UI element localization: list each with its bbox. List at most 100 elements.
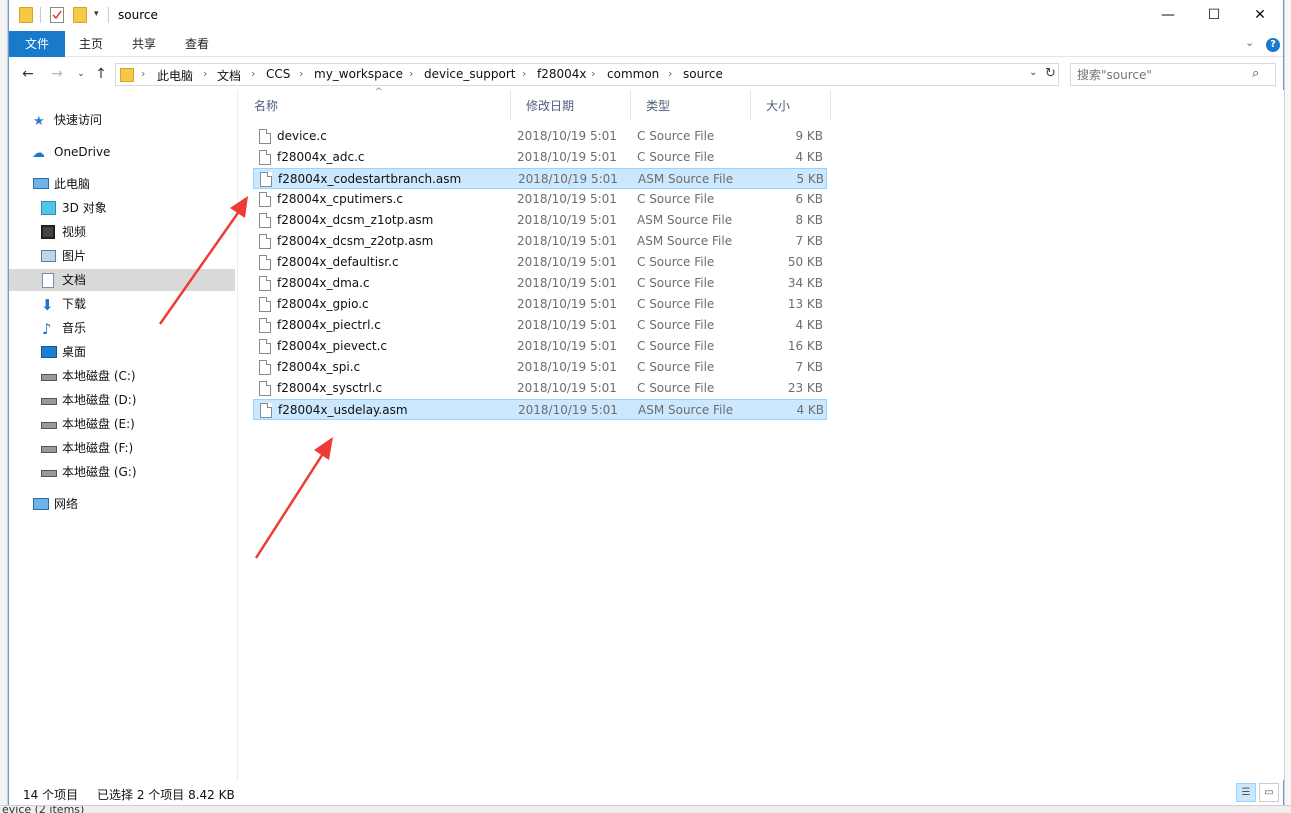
sidebar-item-drive-c[interactable]: 本地磁盘 (C:) <box>9 365 235 387</box>
sidebar-item-label: 此电脑 <box>54 177 91 191</box>
file-row[interactable]: f28004x_codestartbranch.asm 2018/10/19 5:… <box>253 168 827 189</box>
sidebar-item-label: 视频 <box>62 225 87 239</box>
chevron-right-icon[interactable]: › <box>522 67 526 80</box>
file-date: 2018/10/19 5:01 <box>517 360 617 374</box>
music-icon: ♪ <box>42 320 52 338</box>
breadcrumb-f28004x[interactable]: f28004x <box>537 67 587 81</box>
properties-icon[interactable] <box>50 7 64 23</box>
divider <box>40 7 41 23</box>
sidebar-item-drive-d[interactable]: 本地磁盘 (D:) <box>9 389 235 411</box>
breadcrumb-my-workspace[interactable]: my_workspace <box>314 67 403 81</box>
sidebar-item-3d-objects[interactable]: 3D 对象 <box>9 197 235 219</box>
file-name: f28004x_sysctrl.c <box>277 381 383 395</box>
maximize-button[interactable]: ☐ <box>1191 0 1237 30</box>
tab-home[interactable]: 主页 <box>71 31 111 57</box>
file-row[interactable]: f28004x_gpio.c 2018/10/19 5:01 C Source Fi… <box>253 294 827 315</box>
sidebar-item-label: 图片 <box>62 249 87 263</box>
forward-button[interactable]: → <box>49 65 65 83</box>
breadcrumb-source[interactable]: source <box>683 67 723 81</box>
address-bar[interactable]: › 此电脑 › 文档 › CCS › my_workspace › device… <box>115 63 1059 86</box>
column-header-type[interactable]: 类型 <box>631 90 751 120</box>
chevron-right-icon[interactable]: › <box>251 67 255 80</box>
file-row[interactable]: f28004x_defaultisr.c 2018/10/19 5:01 C Sou… <box>253 252 827 273</box>
sidebar-item-label: 本地磁盘 (F:) <box>62 441 134 455</box>
sidebar-item-music[interactable]: ♪ 音乐 <box>9 317 235 339</box>
sidebar-item-desktop[interactable]: 桌面 <box>9 341 235 363</box>
up-button[interactable]: ↑ <box>93 65 109 83</box>
chevron-right-icon[interactable]: › <box>409 67 413 80</box>
file-type: C Source File <box>637 318 715 332</box>
file-row[interactable]: f28004x_dcsm_z2otp.asm 2018/10/19 5:01 ASM… <box>253 231 827 252</box>
file-row[interactable]: f28004x_dma.c 2018/10/19 5:01 C Source Fil… <box>253 273 827 294</box>
download-icon: ⬇ <box>41 296 54 314</box>
file-row[interactable]: f28004x_spi.c 2018/10/19 5:01 C Source Fil… <box>253 357 827 378</box>
sidebar-item-quick-access[interactable]: ★ 快速访问 <box>9 109 235 131</box>
file-date: 2018/10/19 5:01 <box>517 318 617 332</box>
help-icon[interactable]: ? <box>1266 38 1280 52</box>
sidebar-item-onedrive[interactable]: ☁ OneDrive <box>9 141 235 163</box>
refresh-icon[interactable]: ↻ <box>1045 66 1056 81</box>
file-date: 2018/10/19 5:01 <box>517 255 617 269</box>
file-row[interactable]: device.c 2018/10/19 5:01 C Source File 9 KB <box>253 126 827 147</box>
expand-ribbon-icon[interactable]: ⌄ <box>1245 36 1254 49</box>
chevron-right-icon[interactable]: › <box>591 67 595 80</box>
back-button[interactable]: ← <box>20 65 36 83</box>
file-icon <box>259 213 271 228</box>
close-button[interactable]: ✕ <box>1237 0 1283 30</box>
sidebar-item-this-pc[interactable]: 此电脑 <box>9 173 235 195</box>
chevron-right-icon[interactable]: › <box>203 67 207 80</box>
breadcrumb-common[interactable]: common <box>607 67 659 81</box>
file-row[interactable]: f28004x_sysctrl.c 2018/10/19 5:01 C Source… <box>253 378 827 399</box>
sidebar-item-videos[interactable]: 视频 <box>9 221 235 243</box>
breadcrumb-this-pc[interactable]: 此电脑 <box>157 67 193 84</box>
address-dropdown-icon[interactable]: ⌄ <box>1029 67 1037 78</box>
search-input[interactable] <box>1077 67 1247 82</box>
sidebar-item-drive-f[interactable]: 本地磁盘 (F:) <box>9 437 235 459</box>
minimize-button[interactable]: — <box>1145 0 1191 30</box>
file-row[interactable]: f28004x_pievect.c 2018/10/19 5:01 C Source… <box>253 336 827 357</box>
breadcrumb-ccs[interactable]: CCS <box>266 67 290 81</box>
file-icon <box>259 129 271 144</box>
file-type: C Source File <box>637 192 715 206</box>
tab-file[interactable]: 文件 <box>9 31 65 57</box>
chevron-right-icon[interactable]: › <box>299 67 303 80</box>
chevron-right-icon[interactable]: › <box>141 67 145 80</box>
file-date: 2018/10/19 5:01 <box>517 192 617 206</box>
file-row[interactable]: f28004x_cputimers.c 2018/10/19 5:01 C Sour… <box>253 189 827 210</box>
search-icon[interactable]: ⌕ <box>1252 66 1259 81</box>
sidebar-item-documents[interactable]: 文档 <box>9 269 235 291</box>
recent-locations-icon[interactable]: ⌄ <box>73 65 89 83</box>
customize-quick-access-icon[interactable]: ▾ <box>94 9 99 19</box>
file-type: C Source File <box>637 339 715 353</box>
file-row[interactable]: f28004x_dcsm_z1otp.asm 2018/10/19 5:01 ASM… <box>253 210 827 231</box>
sidebar-item-network[interactable]: 网络 <box>9 493 235 515</box>
file-row[interactable]: f28004x_adc.c 2018/10/19 5:01 C Source Fil… <box>253 147 827 168</box>
file-row[interactable]: f28004x_usdelay.asm 2018/10/19 5:01 ASM So… <box>253 399 827 420</box>
desktop-icon <box>41 346 57 358</box>
search-box[interactable]: ⌕ <box>1070 63 1276 86</box>
new-folder-icon[interactable] <box>73 7 87 23</box>
sidebar-item-drive-e[interactable]: 本地磁盘 (E:) <box>9 413 235 435</box>
file-size: 13 KB <box>787 297 823 311</box>
sidebar-item-label: 桌面 <box>62 345 87 359</box>
sidebar-item-pictures[interactable]: 图片 <box>9 245 235 267</box>
tab-view[interactable]: 查看 <box>177 31 217 57</box>
file-name: f28004x_piectrl.c <box>277 318 381 332</box>
sidebar-item-downloads[interactable]: ⬇ 下载 <box>9 293 235 315</box>
tab-share[interactable]: 共享 <box>124 31 164 57</box>
large-icons-view-button[interactable]: ▭ <box>1259 783 1279 802</box>
breadcrumb-device-support[interactable]: device_support <box>424 67 516 81</box>
file-row[interactable]: f28004x_piectrl.c 2018/10/19 5:01 C Source… <box>253 315 827 336</box>
file-icon <box>259 192 271 207</box>
breadcrumb-documents[interactable]: 文档 <box>217 67 241 84</box>
sidebar-item-label: OneDrive <box>54 145 111 159</box>
details-view-button[interactable]: ☰ <box>1236 783 1256 802</box>
column-header-size[interactable]: 大小 <box>751 90 831 120</box>
sidebar-item-label: 本地磁盘 (D:) <box>62 393 137 407</box>
column-header-name[interactable]: 名称 <box>239 90 511 120</box>
drive-icon <box>41 446 57 453</box>
chevron-right-icon[interactable]: › <box>668 67 672 80</box>
sidebar-item-drive-g[interactable]: 本地磁盘 (G:) <box>9 461 235 483</box>
file-type: C Source File <box>637 150 715 164</box>
column-header-date[interactable]: 修改日期 <box>511 90 631 120</box>
